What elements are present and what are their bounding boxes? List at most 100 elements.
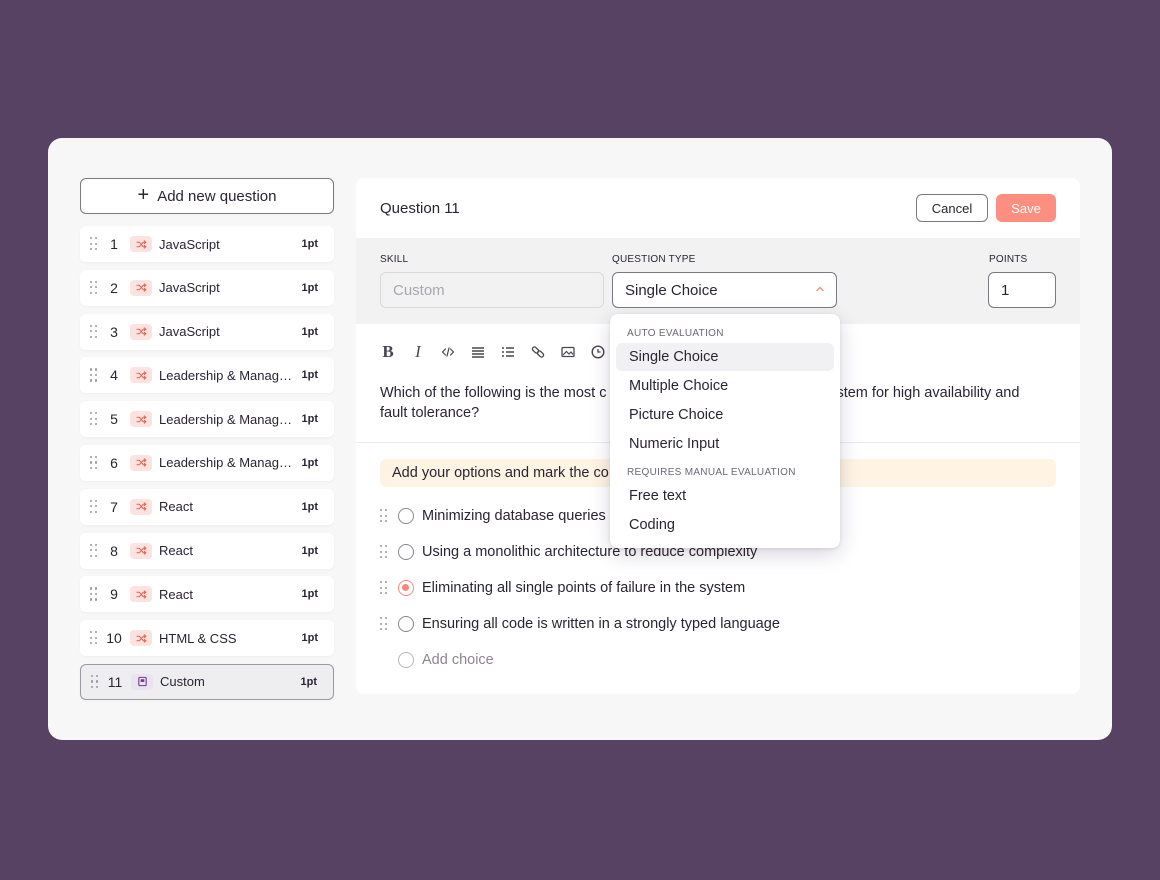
question-skill: Custom (160, 674, 205, 690)
question-skill: React (159, 586, 193, 602)
question-skill: Leadership & Management (159, 411, 295, 427)
shuffle-icon (130, 236, 152, 252)
choice-radio[interactable] (398, 616, 414, 632)
shuffle-icon (130, 542, 152, 559)
dropdown-option[interactable]: Free text (616, 482, 834, 510)
question-list-item[interactable]: 9 React 1pt (80, 576, 334, 613)
question-number: 2 (110, 279, 118, 296)
question-list-item[interactable]: 6 Leadership & Management 1pt (80, 444, 334, 481)
code-icon[interactable] (440, 344, 456, 360)
question-skill: HTML & CSS (159, 630, 237, 646)
drag-handle-icon[interactable] (91, 674, 99, 689)
formatting-toolbar: B I (380, 342, 606, 362)
question-skill: React (159, 543, 193, 559)
question-points: 1pt (301, 238, 319, 250)
custom-skill-icon (131, 673, 153, 690)
choice-label[interactable]: Ensuring all code is written in a strong… (422, 616, 780, 632)
drag-handle-icon[interactable] (380, 581, 388, 595)
question-list-item[interactable]: 4 Leadership & Management 1pt (80, 357, 334, 394)
question-points: 1pt (301, 413, 319, 426)
shuffle-icon (130, 323, 152, 340)
choice-radio[interactable] (398, 508, 414, 524)
question-type-dropdown: AUTO EVALUATION Single Choice Multiple Cho… (610, 314, 840, 548)
dropdown-group-label: AUTO EVALUATION (627, 328, 724, 339)
choice-option: Ensuring all code is written in a strong… (380, 606, 1056, 642)
drag-handle-icon[interactable] (90, 587, 98, 601)
question-number: 4 (110, 367, 118, 384)
shuffle-icon (130, 454, 152, 471)
drag-handle-icon[interactable] (380, 509, 388, 523)
bullet-list-icon[interactable] (470, 344, 486, 360)
drag-handle-icon[interactable] (90, 368, 98, 382)
drag-handle-icon[interactable] (90, 280, 98, 295)
drag-handle-icon[interactable] (90, 631, 98, 645)
question-points: 1pt (301, 325, 319, 338)
skill-label: SKILL (380, 254, 409, 265)
question-list-item[interactable]: 8 React 1pt (80, 532, 334, 569)
drag-handle-icon[interactable] (90, 543, 98, 558)
add-choice-button[interactable]: Add choice (380, 642, 1056, 678)
question-number: 7 (110, 498, 118, 515)
shuffle-icon (130, 367, 152, 384)
dropdown-option[interactable]: Numeric Input (616, 430, 834, 458)
question-number: 11 (107, 673, 123, 690)
cancel-button[interactable]: Cancel (916, 194, 988, 222)
question-list-item[interactable]: 3 JavaScript 1pt (80, 313, 334, 350)
link-icon[interactable] (530, 344, 546, 360)
question-number: 5 (110, 411, 118, 428)
question-points: 1pt (300, 675, 318, 688)
question-number: 10 (106, 630, 122, 647)
dropdown-option[interactable]: Picture Choice (616, 401, 834, 429)
italic-icon[interactable]: I (410, 342, 426, 361)
editor-card: + Add new question 1 JavaScript 1pt 2 JavaSc… (48, 138, 1112, 740)
save-button[interactable]: Save (996, 194, 1056, 222)
question-number: 3 (110, 323, 118, 340)
dropdown-option[interactable]: Single Choice (616, 343, 834, 371)
question-number: 8 (110, 542, 118, 559)
question-points: 1pt (301, 588, 319, 601)
choice-label[interactable]: Eliminating all single points of failure… (422, 580, 745, 596)
clock-icon[interactable] (590, 344, 606, 360)
numbered-list-icon[interactable] (500, 344, 516, 360)
drag-handle-icon[interactable] (380, 617, 388, 631)
shuffle-icon (130, 586, 152, 603)
add-choice-label: Add choice (422, 652, 494, 668)
question-list-item[interactable]: 7 React 1pt (80, 488, 334, 525)
drag-handle-icon[interactable] (90, 412, 98, 426)
question-list-item[interactable]: 2 JavaScript 1pt (80, 269, 334, 306)
question-list-item[interactable]: 11 Custom 1pt (80, 663, 334, 700)
question-type-value: Single Choice (625, 281, 718, 299)
question-skill: JavaScript (159, 280, 220, 296)
question-skill: Leadership & Management (159, 455, 295, 471)
shuffle-icon (130, 411, 152, 428)
choice-radio[interactable] (398, 580, 414, 596)
drag-handle-icon[interactable] (380, 545, 388, 559)
dropdown-option[interactable]: Coding (616, 511, 834, 539)
choice-radio[interactable] (398, 544, 414, 560)
question-list-item[interactable]: 10 HTML & CSS 1pt (80, 620, 334, 657)
editor-header: Question 11 Cancel Save (356, 178, 1080, 238)
add-new-question-button[interactable]: + Add new question (80, 178, 334, 214)
drag-handle-icon[interactable] (90, 324, 98, 339)
drag-handle-icon[interactable] (90, 237, 98, 251)
choice-option: Eliminating all single points of failure… (380, 570, 1056, 606)
drag-handle-icon[interactable] (90, 455, 98, 470)
hint-text: Add your options and mark the co (392, 465, 609, 481)
choice-label[interactable]: Minimizing database queries (422, 508, 606, 524)
points-input[interactable]: 1 (988, 272, 1056, 308)
question-list-item[interactable]: 5 Leadership & Management 1pt (80, 401, 334, 438)
dropdown-option[interactable]: Multiple Choice (616, 372, 834, 400)
add-choice-radio (398, 652, 414, 668)
bold-icon[interactable]: B (380, 342, 396, 361)
drag-handle-icon[interactable] (90, 499, 98, 514)
question-skill: Leadership & Management (159, 367, 295, 383)
question-type-select[interactable]: Single Choice (612, 272, 837, 308)
skill-input[interactable]: Custom (380, 272, 604, 308)
points-label: POINTS (989, 254, 1028, 265)
question-points: 1pt (301, 456, 319, 469)
question-skill: JavaScript (159, 236, 220, 252)
question-list-item[interactable]: 1 JavaScript 1pt (80, 226, 334, 262)
image-icon[interactable] (560, 344, 576, 360)
question-points: 1pt (301, 369, 319, 382)
question-type-label: QUESTION TYPE (612, 254, 696, 265)
